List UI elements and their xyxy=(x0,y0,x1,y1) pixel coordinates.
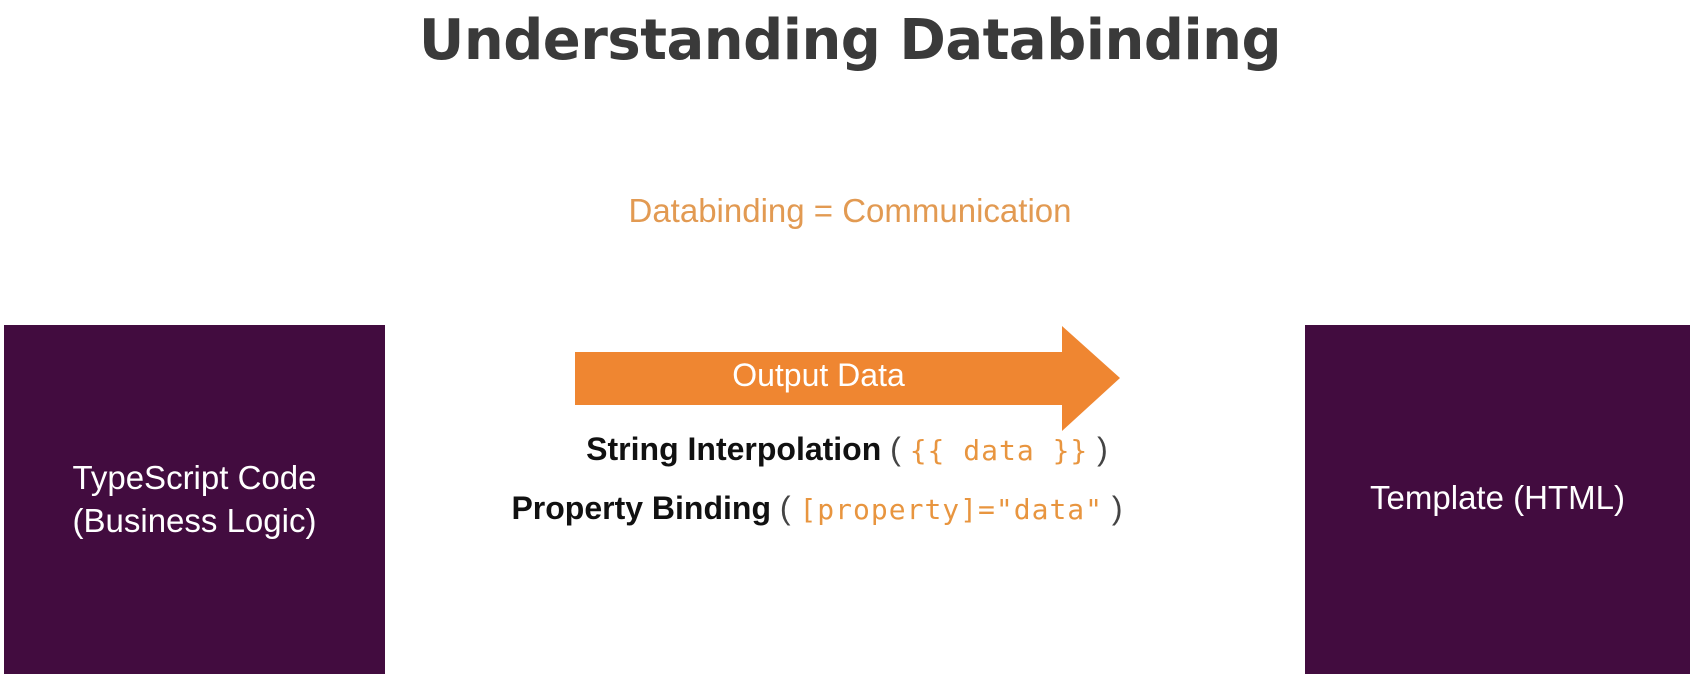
slide-subtitle: Databinding = Communication xyxy=(628,192,1072,229)
open-paren: ( xyxy=(890,431,901,467)
binding-name: String Interpolation xyxy=(586,431,882,467)
output-data-arrow: Output Data xyxy=(575,326,1120,431)
open-paren: ( xyxy=(779,490,791,526)
binding-name: Property Binding xyxy=(511,490,771,526)
close-paren: ) xyxy=(1111,490,1123,526)
template-html-box: Template (HTML) xyxy=(1305,325,1690,674)
binding-syntax: [property]="data" xyxy=(799,493,1104,526)
close-paren: ) xyxy=(1097,431,1108,467)
template-html-label: Template (HTML) xyxy=(1370,479,1625,517)
slide-title: Understanding Databinding xyxy=(418,8,1282,73)
binding-syntax: {{ data }} xyxy=(909,434,1089,467)
slide: Understanding Databinding Databinding = … xyxy=(0,0,1700,682)
arrow-label: Output Data xyxy=(732,357,905,393)
